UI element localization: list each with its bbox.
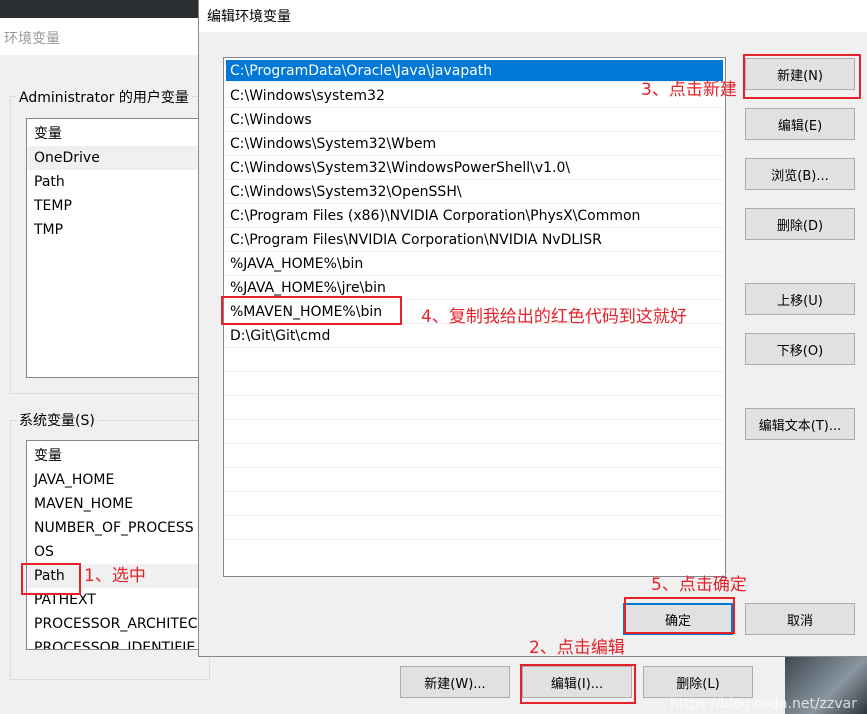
path-item[interactable]: D:\Git\Git\cmd [224,324,725,348]
annotation-2: 2、点击编辑 [529,638,625,658]
delete-button[interactable]: 删除(D) [745,208,855,240]
annotation-4: 4、复制我给出的红色代码到这就好 [421,307,687,327]
new-variable-button[interactable]: 新建(W)... [400,666,510,698]
highlight-box [21,563,81,595]
list-item[interactable]: PROCESSOR_ARCHITEC [27,612,205,636]
path-item[interactable]: %JAVA_HOME%\bin [224,252,725,276]
list-item[interactable]: OneDrive [27,146,205,170]
delete-variable-button[interactable]: 删除(L) [643,666,753,698]
column-header[interactable]: 变量 [27,444,205,468]
dialog-title: 编辑环境变量 [199,0,867,32]
list-item[interactable]: TMP [27,218,205,242]
system-variables-label: 系统变量(S) [16,410,98,430]
system-variables-list[interactable]: 变量 JAVA_HOME MAVEN_HOME NUMBER_OF_PROCES… [26,440,206,650]
path-item[interactable]: C:\Windows\System32\WindowsPowerShell\v1… [224,156,725,180]
annotation-3: 3、点击新建 [641,80,737,100]
highlight-box [743,54,861,99]
browse-button[interactable]: 浏览(B)... [745,158,855,190]
path-item[interactable]: C:\Windows\System32\OpenSSH\ [224,180,725,204]
annotation-1: 1、选中 [84,566,146,586]
list-item[interactable]: JAVA_HOME [27,468,205,492]
cancel-button[interactable]: 取消 [745,603,855,635]
watermark: https://blog.csdn.net/zzvar [669,696,857,712]
user-variables-label: Administrator 的用户变量 [16,87,192,107]
path-item[interactable]: C:\Program Files\NVIDIA Corporation\NVID… [224,228,725,252]
edit-text-button[interactable]: 编辑文本(T)... [745,408,855,440]
column-header[interactable]: 变量 [27,122,205,146]
move-down-button[interactable]: 下移(O) [745,333,855,365]
path-item[interactable]: C:\Windows [224,108,725,132]
highlight-box [221,296,402,325]
edit-button[interactable]: 编辑(E) [745,108,855,140]
path-item[interactable]: C:\Windows\System32\Wbem [224,132,725,156]
edit-environment-variable-dialog: 编辑环境变量 C:\ProgramData\Oracle\Java\javapa… [198,0,867,658]
highlight-box [520,664,636,704]
path-item[interactable]: C:\Program Files (x86)\NVIDIA Corporatio… [224,204,725,228]
list-item[interactable]: TEMP [27,194,205,218]
highlight-box [624,597,735,634]
list-item[interactable]: NUMBER_OF_PROCESS [27,516,205,540]
list-item[interactable]: MAVEN_HOME [27,492,205,516]
annotation-5: 5、点击确定 [651,575,747,595]
list-item[interactable]: PROCESSOR_IDENTIFIE [27,636,205,649]
user-variables-list[interactable]: 变量 OneDrive Path TEMP TMP [26,118,206,378]
move-up-button[interactable]: 上移(U) [745,283,855,315]
list-item[interactable]: Path [27,170,205,194]
